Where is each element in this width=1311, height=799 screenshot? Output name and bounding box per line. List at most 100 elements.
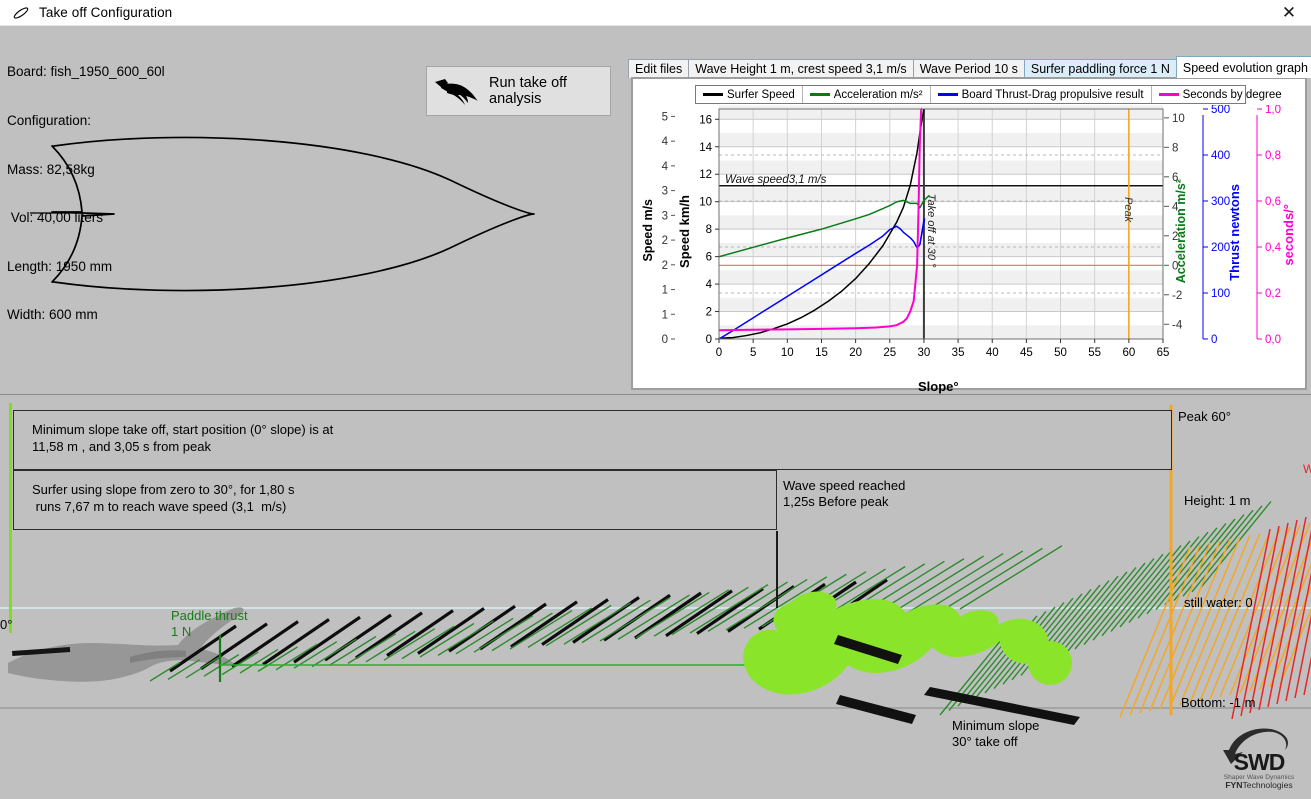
tab-wave-period[interactable]: Wave Period 10 s	[912, 59, 1025, 78]
svg-text:Wave speed3,1 m/s: Wave speed3,1 m/s	[725, 174, 827, 186]
run-take-off-analysis-button[interactable]: Run take off analysis	[426, 66, 611, 116]
svg-text:100: 100	[1211, 288, 1230, 300]
tab-edit-files[interactable]: Edit files	[628, 59, 690, 78]
svg-text:8: 8	[706, 224, 712, 236]
svg-text:35: 35	[952, 347, 965, 359]
legend-swatch-thrust	[937, 93, 958, 96]
svg-text:16: 16	[699, 114, 712, 126]
board-outline-drawing	[30, 136, 535, 292]
svg-text:2: 2	[706, 307, 712, 319]
bottom-depth-label: Bottom: -1 m	[1181, 695, 1256, 710]
svg-text:0: 0	[1211, 334, 1217, 346]
legend-label-acceleration: Acceleration m/s²	[833, 88, 923, 101]
still-water-label: still water: 0	[1184, 595, 1253, 610]
svg-text:15: 15	[815, 347, 828, 359]
wave-diagram-panel: 0° Minimum slope take off, start positio…	[0, 394, 1311, 798]
svg-text:10: 10	[1172, 113, 1185, 125]
svg-text:2: 2	[662, 235, 668, 247]
axis-title-thrust: Thrust newtons	[1227, 184, 1242, 281]
legend-label-surfer-speed: Surfer Speed	[727, 88, 795, 101]
svg-text:1,0: 1,0	[1265, 105, 1281, 116]
legend-swatch-acceleration	[809, 93, 830, 96]
svg-text:65: 65	[1157, 347, 1170, 359]
axis-title-speed-ms: Speed m/s	[641, 199, 655, 262]
tab-surfer-paddling-force[interactable]: Surfer paddling force 1 N	[1023, 59, 1177, 78]
legend-item-thrust[interactable]: Board Thrust-Drag propulsive result	[931, 86, 1152, 103]
start-position-marker	[9, 403, 12, 633]
svg-text:50: 50	[1054, 347, 1067, 359]
speed-evolution-plot: Wave speed3,1 m/s Take off at 30 ° Peak 0 5 1…	[662, 105, 1282, 359]
svg-text:0,6: 0,6	[1265, 196, 1281, 208]
svg-text:Peak: Peak	[1122, 197, 1134, 223]
svg-text:55: 55	[1088, 347, 1101, 359]
svg-text:Take off at 30 °: Take off at 30 °	[925, 194, 937, 268]
svg-text:25: 25	[883, 347, 896, 359]
svg-text:5: 5	[662, 111, 668, 123]
svg-text:0,2: 0,2	[1265, 288, 1281, 300]
axis-title-seconds-per-degree: seconds/°	[1281, 204, 1296, 266]
svg-text:10: 10	[699, 197, 712, 209]
svg-text:1: 1	[662, 285, 668, 297]
chart-legend: Surfer Speed Acceleration m/s² Board Thr…	[695, 85, 1282, 104]
svg-text:14: 14	[699, 142, 712, 154]
svg-text:45: 45	[1020, 347, 1033, 359]
svg-text:0: 0	[706, 334, 712, 346]
paddle-thrust-label: Paddle thrust 1 N	[171, 608, 248, 639]
axis-title-speed-kmh: Speed km/h	[677, 195, 692, 268]
svg-text:0: 0	[716, 347, 722, 359]
svg-text:40: 40	[986, 347, 999, 359]
svg-text:400: 400	[1211, 150, 1230, 162]
svg-text:2: 2	[662, 260, 668, 272]
svg-text:30: 30	[918, 347, 931, 359]
wave-speed-reached-label: Wave speed reached 1,25s Before peak	[783, 478, 906, 509]
svg-text:4: 4	[662, 161, 669, 173]
height-label: Height: 1 m	[1184, 493, 1251, 508]
svg-text:3: 3	[662, 186, 668, 198]
svg-text:0,8: 0,8	[1265, 150, 1281, 162]
surfboard-icon	[12, 4, 30, 22]
board-info-line-5: Width: 600 mm	[7, 307, 98, 323]
board-info-line-0: Board: fish_1950_600_60l	[7, 64, 165, 80]
svg-text:0,4: 0,4	[1265, 242, 1282, 254]
legend-label-thrust: Board Thrust-Drag propulsive result	[961, 88, 1144, 101]
svg-text:SWD: SWD	[1234, 749, 1285, 775]
cut-off-red-label: W	[1303, 462, 1311, 476]
chart-panel: Edit files Wave Height 1 m, crest speed …	[628, 56, 1311, 394]
tab-strip: Edit files Wave Height 1 m, crest speed …	[628, 56, 1311, 78]
tab-wave-height[interactable]: Wave Height 1 m, crest speed 3,1 m/s	[688, 59, 914, 78]
svg-text:3: 3	[662, 210, 668, 222]
svg-text:-2: -2	[1172, 290, 1182, 302]
svg-text:500: 500	[1211, 105, 1230, 116]
close-icon[interactable]: ✕	[1267, 0, 1311, 26]
legend-item-surfer-speed[interactable]: Surfer Speed	[696, 86, 803, 103]
info-box-surfer-slope: Surfer using slope from zero to 30°, for…	[13, 470, 777, 530]
legend-item-seconds[interactable]: Seconds by degree	[1152, 86, 1289, 103]
window-titlebar: Take off Configuration ✕	[0, 0, 1311, 26]
board-info-line-1: Configuration:	[7, 113, 92, 129]
legend-swatch-seconds	[1158, 93, 1179, 96]
svg-text:10: 10	[781, 347, 794, 359]
chart-container: Surfer Speed Acceleration m/s² Board Thr…	[631, 77, 1307, 394]
svg-text:0,0: 0,0	[1265, 334, 1281, 346]
upper-panel: Board: fish_1950_600_60l Configuration: …	[0, 26, 1311, 394]
svg-text:4: 4	[706, 279, 713, 291]
legend-label-seconds: Seconds by degree	[1182, 88, 1282, 101]
zero-degree-label: 0°	[0, 617, 13, 632]
svg-text:12: 12	[699, 169, 712, 181]
run-button-label: Run take off analysis	[489, 75, 567, 107]
svg-text:20: 20	[849, 347, 862, 359]
svg-text:5: 5	[750, 347, 756, 359]
tab-speed-evolution-graph[interactable]: Speed evolution graph	[1175, 56, 1311, 78]
svg-text:0: 0	[662, 334, 668, 346]
svg-text:4: 4	[662, 136, 669, 148]
window-title: Take off Configuration	[39, 5, 173, 20]
minimum-slope-take-off-label: Minimum slope 30° take off	[952, 718, 1040, 749]
legend-item-acceleration[interactable]: Acceleration m/s²	[803, 86, 931, 103]
axis-title-acceleration: Acceleration m/s²	[1174, 179, 1188, 284]
svg-text:8: 8	[1172, 142, 1178, 154]
legend-swatch-surfer-speed	[703, 93, 723, 96]
peak-label: Peak 60°	[1178, 409, 1231, 424]
svg-text:6: 6	[706, 252, 712, 264]
swd-logo: SWD Shaper Wave Dynamics FYNTechnologies	[1223, 728, 1295, 790]
svg-text:-4: -4	[1172, 319, 1183, 331]
